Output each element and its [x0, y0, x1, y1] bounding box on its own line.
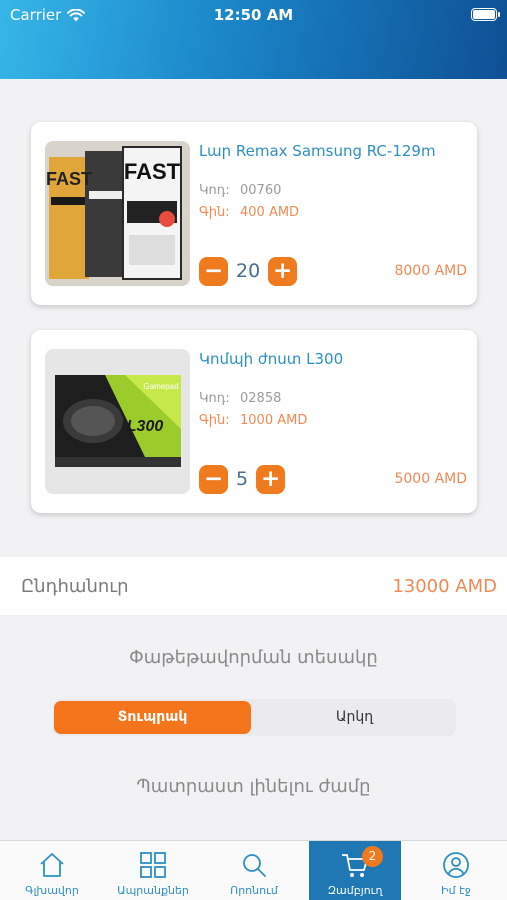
- increase-button[interactable]: +: [268, 256, 298, 286]
- product-price: Գին: 1000 AMD: [199, 413, 307, 428]
- product-name[interactable]: Կոմպի ժոստ L300: [199, 350, 343, 368]
- packaging-segmented-control: Տուպրակ Արկղ: [53, 699, 456, 736]
- grid-icon: [140, 852, 166, 878]
- tab-label: Ապրանքներ: [117, 884, 189, 897]
- line-total: 8000 AMD: [394, 263, 467, 279]
- tab-cart[interactable]: 2 Զամբյուղ: [309, 841, 401, 900]
- thumb-text: FAST: [46, 169, 92, 189]
- product-name[interactable]: Լար Remax Samsung RC-129m: [199, 142, 436, 160]
- cart-item-card[interactable]: FAST FAST Լար Remax Samsung RC-129m Կոդ:…: [31, 122, 477, 305]
- search-icon: [243, 854, 266, 877]
- code-label: Կոդ:: [199, 391, 230, 406]
- decrease-button[interactable]: −: [199, 256, 228, 286]
- tab-label: Որոնում: [230, 884, 278, 897]
- packaging-option-box[interactable]: Արկղ: [255, 701, 454, 734]
- code-label: Կոդ:: [199, 183, 230, 198]
- quantity-stepper: − 5 +: [199, 464, 286, 494]
- price-label: Գին:: [199, 413, 230, 428]
- tab-bar: Գլխավոր Ապրանքներ Որոնում 2 Զամբյուղ Իմ …: [0, 840, 507, 900]
- decrease-button[interactable]: −: [199, 464, 228, 494]
- price-label: Գին:: [199, 205, 230, 220]
- cart-total-bar: Ընդհանուր 13000 AMD: [0, 557, 507, 615]
- product-price: Գին: 400 AMD: [199, 205, 299, 220]
- quantity-stepper: − 20 +: [199, 256, 298, 286]
- status-bar: Carrier 12:50 AM: [0, 5, 507, 25]
- product-code: Կոդ: 00760: [199, 183, 281, 198]
- thumb-text: Gamepad: [143, 382, 178, 391]
- tab-label: Գլխավոր: [25, 884, 79, 897]
- code-value: 00760: [240, 183, 282, 198]
- thumb-text: L300: [127, 418, 164, 435]
- quantity-value: 5: [236, 468, 249, 490]
- cart-count-badge: 2: [362, 846, 383, 867]
- battery-icon: [471, 8, 500, 21]
- price-value: 1000 AMD: [240, 413, 308, 428]
- home-icon: [40, 853, 64, 877]
- app-header: Carrier 12:50 AM: [0, 0, 507, 79]
- tab-profile[interactable]: Իմ էջ: [410, 841, 502, 900]
- increase-button[interactable]: +: [256, 464, 286, 494]
- tab-products[interactable]: Ապրանքներ: [107, 841, 199, 900]
- tab-home[interactable]: Գլխավոր: [6, 841, 98, 900]
- ready-time-title[interactable]: Պատրաստ լինելու ժամը: [0, 776, 507, 797]
- product-image: FAST FAST: [45, 141, 190, 286]
- packaging-option-bag[interactable]: Տուպրակ: [54, 701, 251, 734]
- tab-label: Զամբյուղ: [327, 884, 383, 897]
- price-value: 400 AMD: [240, 205, 300, 220]
- cart-item-card[interactable]: Gamepad L300 Կոմպի ժոստ L300 Կոդ: 02858 Գ…: [31, 330, 477, 513]
- thumb-text: FAST: [124, 159, 181, 184]
- packaging-type-title: Փաթեթավորման տեսակը: [129, 647, 378, 668]
- product-code: Կոդ: 02858: [199, 391, 281, 406]
- product-image: Gamepad L300: [45, 349, 190, 494]
- clock: 12:50 AM: [213, 6, 294, 24]
- line-total: 5000 AMD: [394, 471, 467, 487]
- total-label: Ընդհանուր: [21, 576, 129, 597]
- tab-label: Իմ էջ: [441, 884, 471, 897]
- quantity-value: 20: [236, 260, 261, 282]
- code-value: 02858: [240, 391, 282, 406]
- tab-search[interactable]: Որոնում: [208, 841, 300, 900]
- profile-icon: [443, 852, 469, 878]
- total-value: 13000 AMD: [392, 576, 497, 597]
